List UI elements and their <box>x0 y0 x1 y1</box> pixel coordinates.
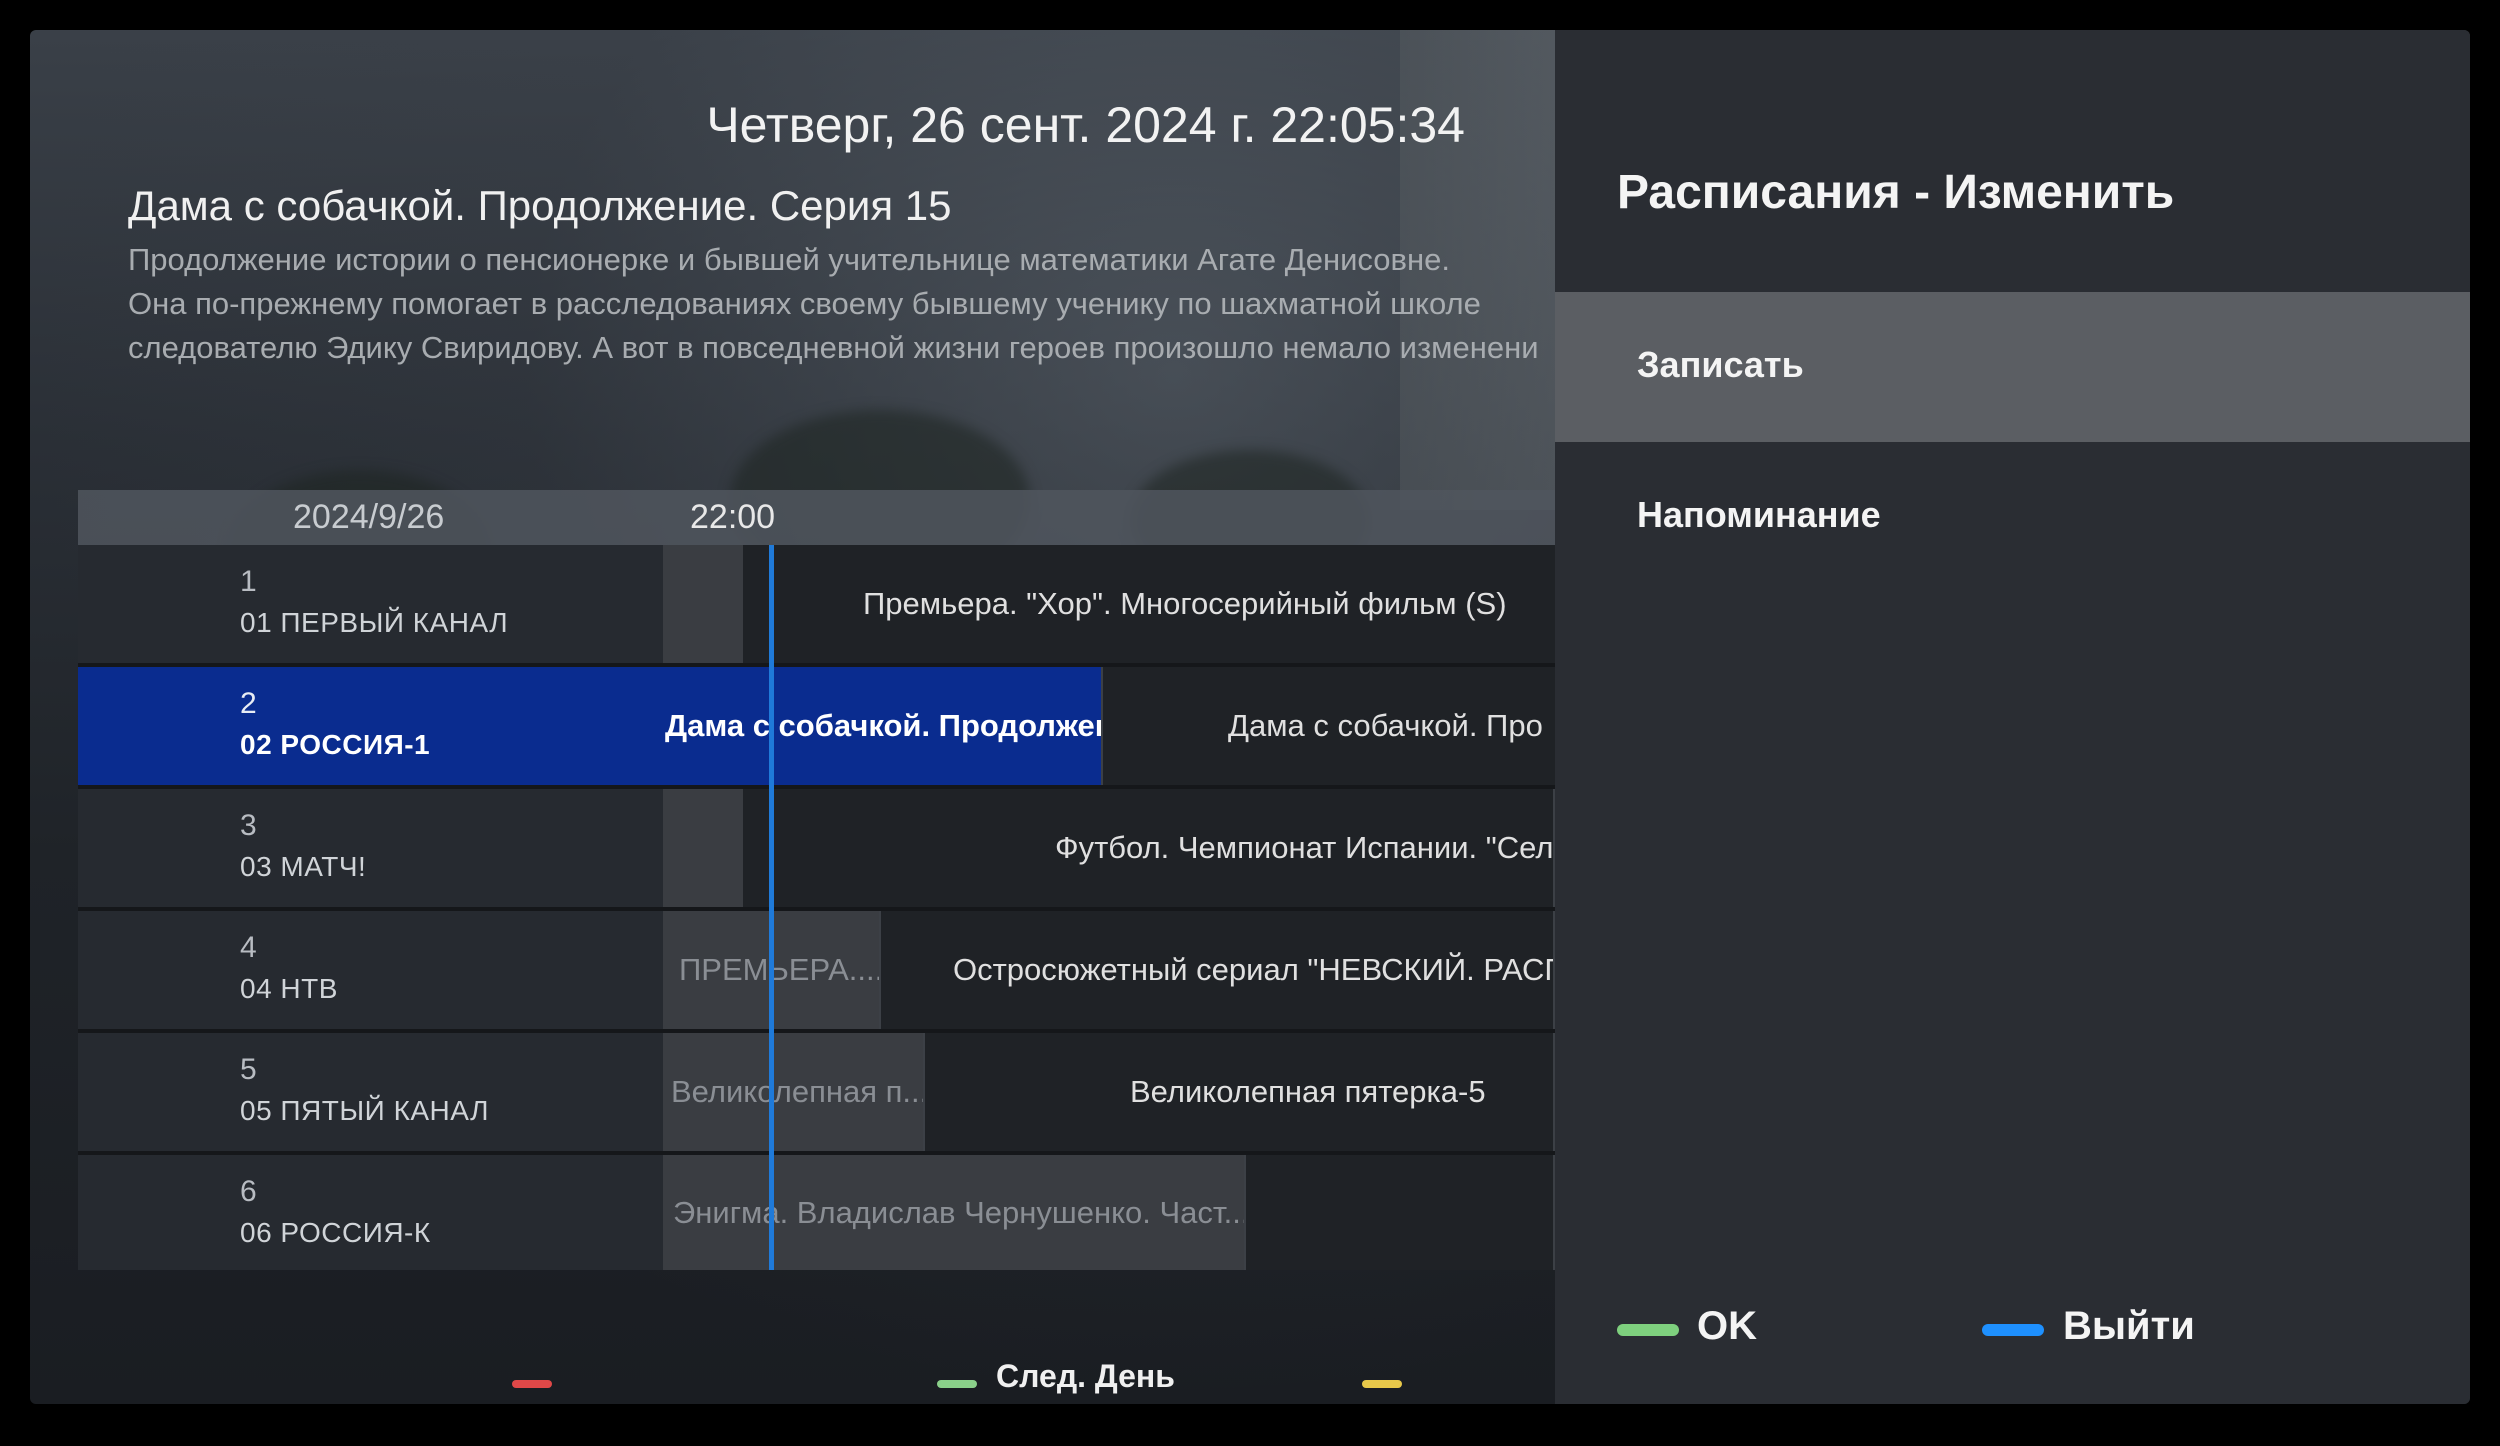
description-line: Продолжение истории о пенсионерке и бывш… <box>128 242 1450 277</box>
menu-item-label: Напоминание <box>1637 494 1881 535</box>
epg-row: 1 01 ПЕРВЫЙ КАНАЛ Премьера. "Хор". Много… <box>78 545 1618 663</box>
exit-label[interactable]: Выйти <box>2063 1304 2195 1349</box>
program-cell[interactable]: Футбол. Чемпионат Испании. "Сельт <box>743 789 1555 907</box>
program-cell-label: Великолепная пятерка-5 <box>1130 1074 1486 1109</box>
program-cell-empty[interactable] <box>1246 1155 1555 1270</box>
menu-item-reminder[interactable]: Напоминание <box>1555 442 2470 592</box>
epg-row: 5 05 ПЯТЫЙ КАНАЛ Великолепная п... Велик… <box>78 1033 1555 1151</box>
description-line: следователю Эдику Свиридову. А вот в пов… <box>128 330 1539 365</box>
epg-date: 2024/9/26 <box>293 498 445 536</box>
epg-row: 6 06 РОССИЯ-К Энигма. Владислав Чернушен… <box>78 1155 1555 1270</box>
channel-name: 05 ПЯТЫЙ КАНАЛ <box>240 1095 489 1126</box>
channel-name: 02 РОССИЯ-1 <box>240 729 431 760</box>
channel-name: 06 РОССИЯ-К <box>240 1217 431 1248</box>
epg-header: 2024/9/26 22:00 2 <box>78 490 1587 545</box>
green-key-icon[interactable] <box>937 1380 977 1388</box>
red-key-icon[interactable] <box>512 1380 552 1388</box>
blue-key-icon[interactable] <box>1982 1324 2044 1336</box>
channel-cell[interactable]: 4 04 НТВ <box>78 911 663 1029</box>
schedule-edit-panel: Расписания - Изменить Записать Напоминан… <box>1555 30 2470 1404</box>
program-title: Дама с собачкой. Продолжение. Серия 15 <box>128 182 952 229</box>
program-cell-label: Энигма. Владислав Чернушенко. Част... <box>673 1195 1246 1230</box>
channel-cell[interactable]: 3 03 МАТЧ! <box>78 789 663 907</box>
green-key-icon[interactable] <box>1617 1324 1679 1336</box>
channel-number: 3 <box>240 809 257 842</box>
channel-name: 03 МАТЧ! <box>240 851 367 882</box>
panel-title: Расписания - Изменить <box>1617 166 2175 219</box>
channel-name: 04 НТВ <box>240 973 338 1004</box>
ok-label[interactable]: OK <box>1697 1304 1757 1349</box>
program-cell[interactable]: Премьера. "Хор". Многосерийный фильм (S) <box>743 545 1618 663</box>
epg-time-marker: 22:00 <box>690 498 776 536</box>
epg-row: 4 04 НТВ ПРЕМЬЕРА.... Остросюжетный сери… <box>78 911 1555 1029</box>
program-cell-label: ПРЕМЬЕРА.... <box>679 952 881 987</box>
channel-number: 1 <box>240 565 257 598</box>
program-cell-past[interactable]: Энигма. Владислав Чернушенко. Част... <box>663 1155 1246 1270</box>
program-cell-label: Дама с собачкой. Про <box>1228 708 1543 743</box>
channel-cell[interactable]: 6 06 РОССИЯ-К <box>78 1155 663 1270</box>
program-cell-label: Остросюжетный сериал "НЕВСКИЙ. РАСГ <box>953 952 1555 987</box>
epg-row: 3 03 МАТЧ! Футбол. Чемпионат Испании. "С… <box>78 789 1555 907</box>
next-day-label[interactable]: След. День <box>996 1358 1175 1395</box>
program-cell-label: Дама с собачкой. Продолжени <box>665 708 1103 743</box>
program-cell-label: Премьера. "Хор". Многосерийный фильм (S) <box>863 586 1507 621</box>
program-cell-past[interactable]: Великолепная п... <box>663 1033 925 1151</box>
program-cell[interactable]: Великолепная пятерка-5 <box>925 1033 1555 1151</box>
program-cell[interactable]: Остросюжетный сериал "НЕВСКИЙ. РАСГ <box>881 911 1555 1029</box>
program-cell[interactable]: Дама с собачкой. Про <box>1103 667 1603 785</box>
channel-cell[interactable]: 1 01 ПЕРВЫЙ КАНАЛ <box>78 545 663 663</box>
program-description: Продолжение истории о пенсионерке и бывш… <box>128 238 1558 370</box>
current-datetime: Четверг, 26 сент. 2024 г. 22:05:34 <box>706 97 1465 153</box>
program-cell-selected[interactable]: Дама с собачкой. Продолжени <box>663 667 1103 785</box>
color-key-legend: След. День <box>30 1270 1555 1404</box>
menu-item-label: Записать <box>1637 344 1804 385</box>
tv-screen: Четверг, 26 сент. 2024 г. 22:05:34 Дама … <box>30 30 2470 1404</box>
yellow-key-icon[interactable] <box>1362 1380 1402 1388</box>
past-gap <box>663 789 743 907</box>
program-cell-label: Великолепная п... <box>671 1074 925 1109</box>
epg-row-selected: 2 02 РОССИЯ-1 Дама с собачкой. Продолжен… <box>78 667 1603 785</box>
channel-number: 6 <box>240 1175 257 1208</box>
channel-number: 2 <box>240 687 257 720</box>
epg-grid: 2024/9/26 22:00 2 1 01 ПЕРВЫЙ КАНАЛ Прем… <box>78 490 1618 1270</box>
current-time-line <box>769 545 774 1270</box>
channel-number: 4 <box>240 931 257 964</box>
past-gap <box>663 545 743 663</box>
menu-item-record[interactable]: Записать <box>1555 292 2470 442</box>
channel-name: 01 ПЕРВЫЙ КАНАЛ <box>240 607 509 638</box>
channel-number: 5 <box>240 1053 257 1086</box>
channel-cell-selected[interactable]: 2 02 РОССИЯ-1 <box>78 667 663 785</box>
description-line: Она по-прежнему помогает в расследования… <box>128 286 1481 321</box>
channel-cell[interactable]: 5 05 ПЯТЫЙ КАНАЛ <box>78 1033 663 1151</box>
program-cell-label: Футбол. Чемпионат Испании. "Сельт <box>1055 830 1555 865</box>
